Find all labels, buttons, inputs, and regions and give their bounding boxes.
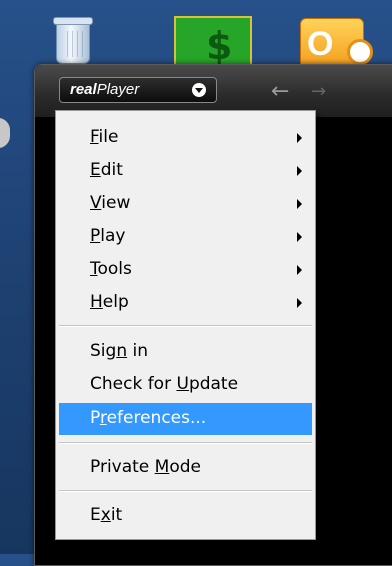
menu-item-preferences[interactable]: Preferences... [59,403,312,435]
menu-item-label: Sign in [90,341,148,361]
menu-item-label: Private Mode [90,457,201,477]
menu-separator [59,490,312,492]
realplayer-logo: realPlayer [70,81,140,98]
green-dollar-app-icon[interactable]: $ [174,6,252,68]
menu-item-sign-in[interactable]: Sign in [59,337,312,367]
back-arrow-icon[interactable]: ← [271,79,289,104]
menu-item-label: Help [90,292,129,312]
submenu-arrow-icon [297,133,302,143]
menu-separator [59,325,312,327]
menu-item-label: Edit [90,160,123,180]
menu-item-help[interactable]: Help [59,288,312,318]
submenu-arrow-icon [297,232,302,242]
menu-item-private-mode[interactable]: Private Mode [59,453,312,483]
menu-item-label: View [90,193,131,213]
menu-item-label: Play [90,226,126,246]
partial-desktop-icon[interactable] [0,118,10,148]
recycle-bin-icon[interactable] [48,6,98,64]
menu-item-exit[interactable]: Exit [59,501,312,531]
forward-arrow-icon[interactable]: → [311,81,326,102]
menu-item-check-for-update[interactable]: Check for Update [59,370,312,400]
chevron-down-icon [192,83,206,97]
menu-item-tools[interactable]: Tools [59,255,312,285]
menu-item-label: Exit [90,505,123,525]
submenu-arrow-icon [297,298,302,308]
submenu-arrow-icon [297,265,302,275]
menu-item-play[interactable]: Play [59,222,312,252]
menu-item-label: File [90,127,119,147]
menu-item-label: Preferences... [90,408,207,428]
realplayer-main-menu: File Edit View Play Tools Help Sign in C… [55,110,316,540]
menu-item-label: Tools [90,259,132,279]
menu-separator [59,442,312,444]
realplayer-menu-button[interactable]: realPlayer [59,77,217,103]
menu-item-view[interactable]: View [59,189,312,219]
menu-item-file[interactable]: File [59,123,312,153]
submenu-arrow-icon [297,166,302,176]
menu-item-label: Check for Update [90,374,239,394]
outlook-icon[interactable]: O [300,6,392,72]
submenu-arrow-icon [297,199,302,209]
menu-item-edit[interactable]: Edit [59,156,312,186]
